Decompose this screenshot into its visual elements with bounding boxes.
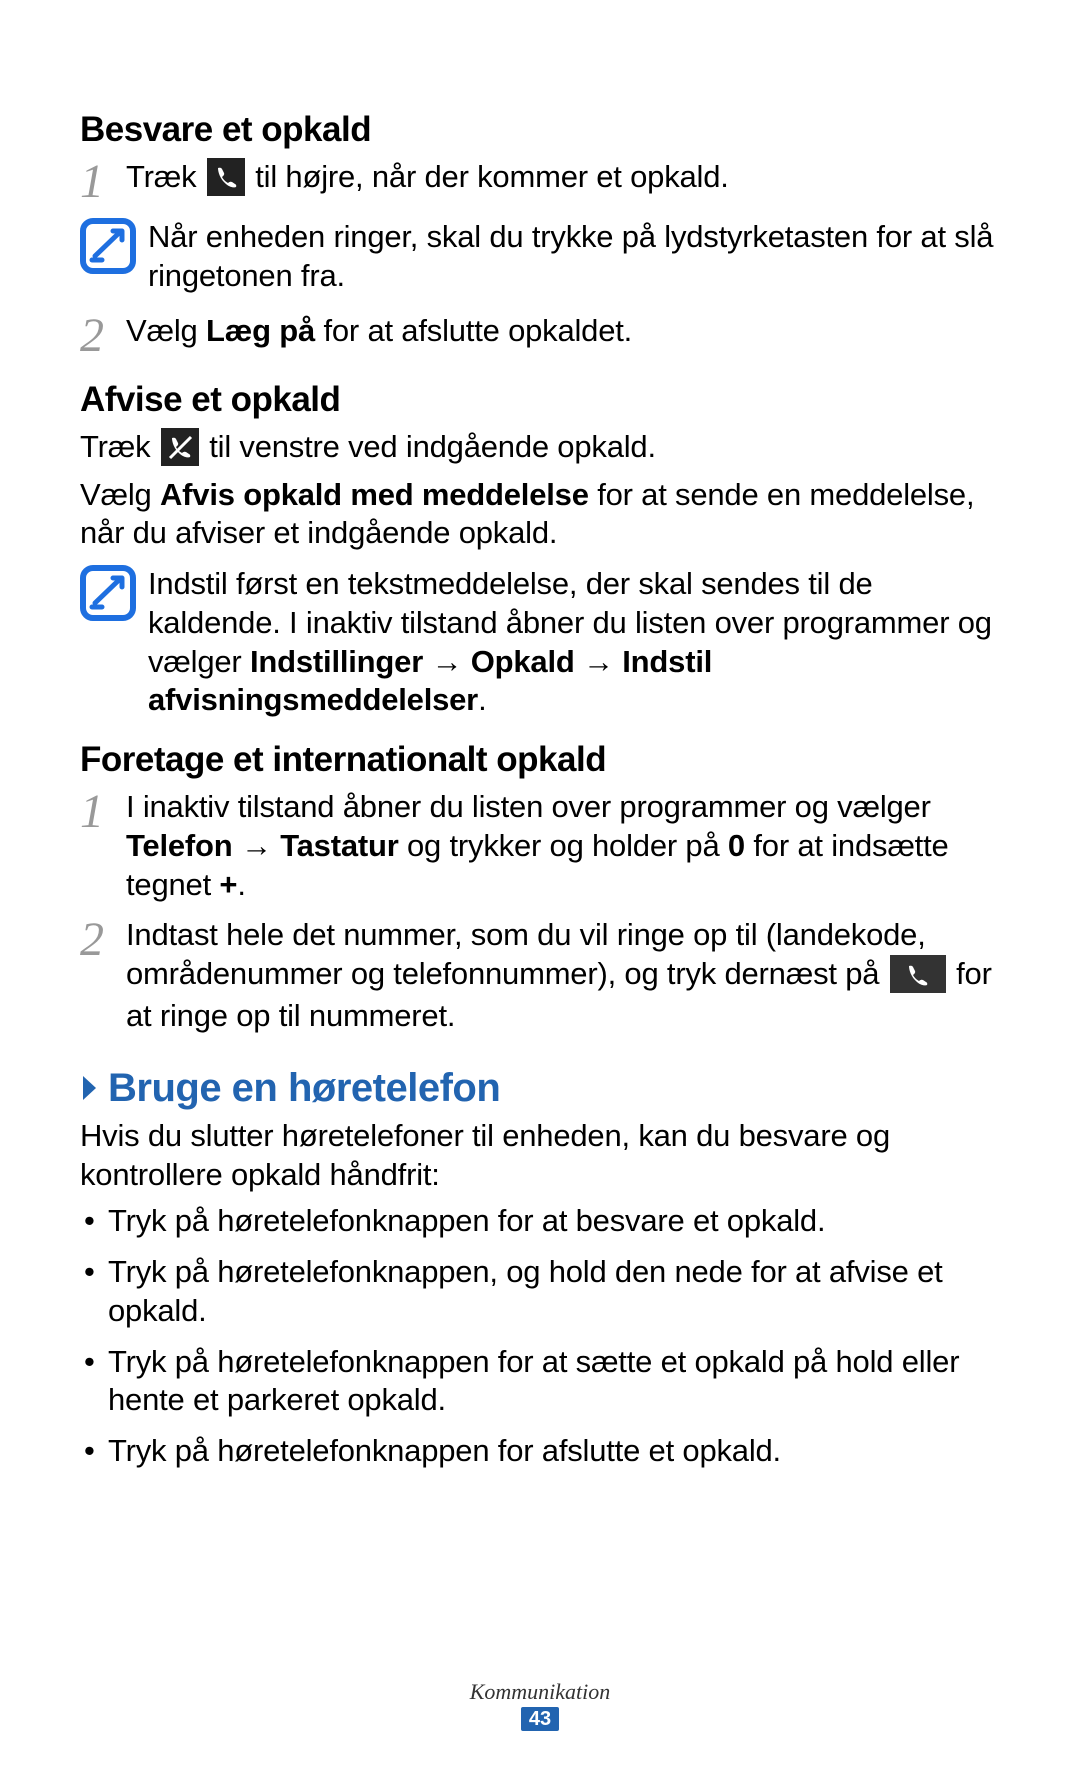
call-button-icon <box>890 955 946 993</box>
reject-icon <box>161 428 199 466</box>
text: Indtast hele det nummer, som du vil ring… <box>126 917 926 991</box>
note: Indstil først en tekstmeddelelse, der sk… <box>80 565 1000 720</box>
arrow: → <box>431 644 462 679</box>
step-body: Vælg Læg på for at afslutte opkaldet. <box>126 312 632 351</box>
step-body: Træk til højre, når der kommer et opkald… <box>126 158 729 200</box>
footer-section-label: Kommunikation <box>0 1679 1080 1705</box>
text-bold: Tastatur <box>280 828 398 863</box>
text-bold: Afvis opkald med meddelelse <box>160 477 589 512</box>
page-footer: Kommunikation 43 <box>0 1679 1080 1731</box>
text: I inaktiv tilstand åbner du listen over … <box>126 789 931 824</box>
text-bold: Indstillinger <box>250 644 423 679</box>
note: Når enheden ringer, skal du trykke på ly… <box>80 218 1000 296</box>
text: til højre, når der kommer et opkald. <box>255 159 728 194</box>
heading-answer-call: Besvare et opkald <box>80 110 1000 150</box>
list-item: Tryk på høretelefonknappen for at sætte … <box>108 1343 1000 1421</box>
text: Træk <box>80 429 150 464</box>
text-bold: 0 <box>728 828 745 863</box>
phone-icon <box>207 158 245 196</box>
section-use-headset: Bruge en høretelefon <box>80 1066 1000 1111</box>
step-2: 2 Indtast hele det nummer, som du vil ri… <box>80 916 1000 1036</box>
note-icon <box>80 218 136 274</box>
chevron-icon <box>80 1073 102 1103</box>
paragraph: Vælg Afvis opkald med meddelelse for at … <box>80 476 1000 554</box>
text: Vælg <box>126 313 198 348</box>
heading-reject-call: Afvise et opkald <box>80 380 1000 420</box>
note-icon <box>80 565 136 621</box>
step-body: I inaktiv tilstand åbner du listen over … <box>126 788 1000 904</box>
text: og trykker og holder på <box>407 828 719 863</box>
step-number: 1 <box>80 158 126 206</box>
text: for at afslutte opkaldet. <box>323 313 632 348</box>
step-number: 2 <box>80 916 126 964</box>
text-bold: Telefon <box>126 828 233 863</box>
heading-international-call: Foretage et internationalt opkald <box>80 740 1000 780</box>
list-item: Tryk på høretelefonknappen for afslutte … <box>108 1432 1000 1471</box>
note-text: Indstil først en tekstmeddelelse, der sk… <box>148 565 1000 720</box>
text: . <box>478 682 486 717</box>
text-bold: Læg på <box>206 313 315 348</box>
step-body: Indtast hele det nummer, som du vil ring… <box>126 916 1000 1036</box>
step-2: 2 Vælg Læg på for at afslutte opkaldet. <box>80 312 1000 360</box>
arrow: → <box>583 644 614 679</box>
text-bold: + <box>219 867 237 902</box>
paragraph: Træk til venstre ved indgående opkald. <box>80 428 1000 470</box>
step-number: 2 <box>80 312 126 360</box>
bullet-list: Tryk på høretelefonknappen for at besvar… <box>80 1202 1000 1471</box>
step-number: 1 <box>80 788 126 836</box>
list-item: Tryk på høretelefonknappen for at besvar… <box>108 1202 1000 1241</box>
page-number: 43 <box>521 1707 559 1731</box>
note-text: Når enheden ringer, skal du trykke på ly… <box>148 218 1000 296</box>
section-title-text: Bruge en høretelefon <box>108 1066 500 1111</box>
text: til venstre ved indgående opkald. <box>209 429 656 464</box>
paragraph: Hvis du slutter høretelefoner til enhede… <box>80 1117 1000 1195</box>
step-1: 1 Træk til højre, når der kommer et opka… <box>80 158 1000 206</box>
arrow: → <box>241 828 272 863</box>
text: Træk <box>126 159 196 194</box>
step-1: 1 I inaktiv tilstand åbner du listen ove… <box>80 788 1000 904</box>
list-item: Tryk på høretelefonknappen, og hold den … <box>108 1253 1000 1331</box>
text: Vælg <box>80 477 152 512</box>
text: . <box>237 867 245 902</box>
text-bold: Opkald <box>471 644 575 679</box>
